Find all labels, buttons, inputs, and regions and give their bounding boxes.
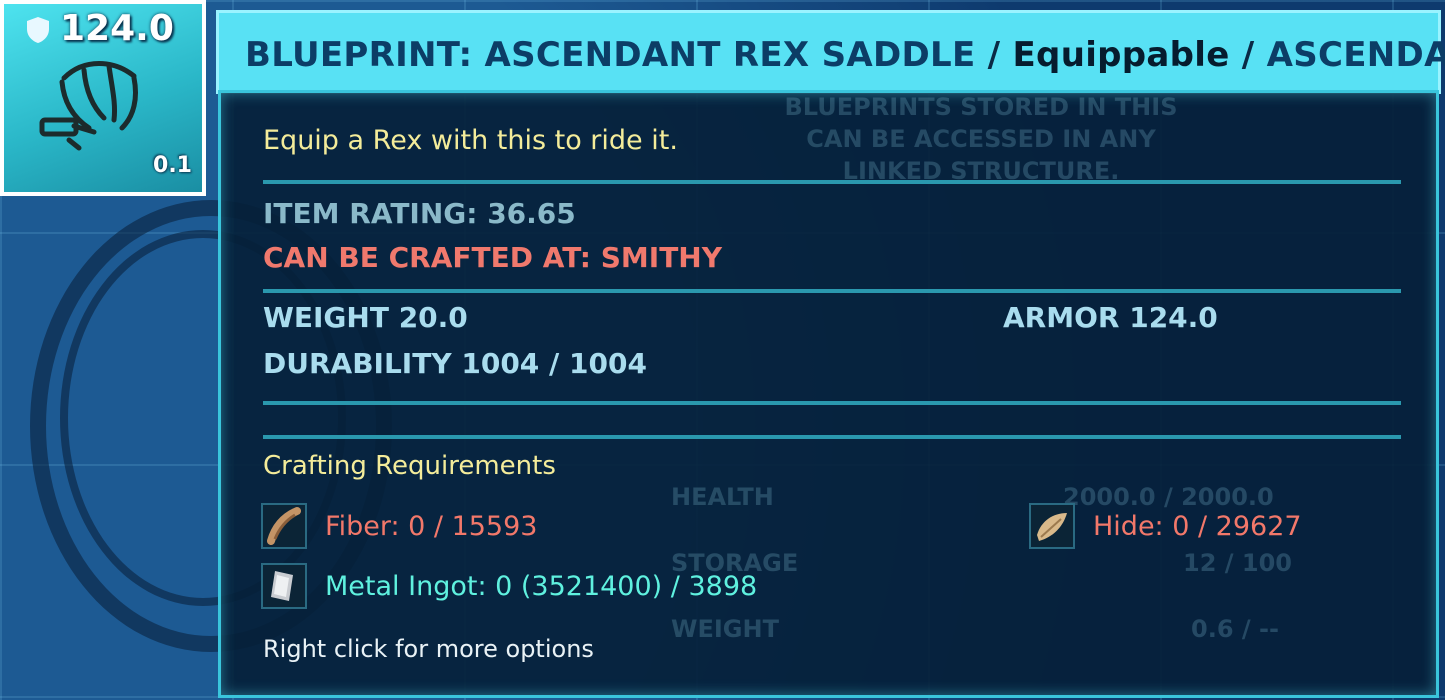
stat-armor: ARMOR 124.0	[1003, 301, 1218, 334]
divider	[263, 435, 1401, 439]
slot-weight-value: 0.1	[153, 153, 192, 178]
requirement-metal-ingot: Metal Ingot: 0 (3521400) / 3898	[325, 571, 758, 602]
item-description: Equip a Rex with this to ride it.	[263, 125, 678, 156]
ghost-note-line: CAN BE ACCESSED IN ANY	[806, 125, 1156, 153]
tooltip-title: BLUEPRINT: ASCENDANT REX SADDLE / Equipp…	[245, 35, 1445, 75]
hide-icon	[1029, 503, 1075, 549]
fiber-icon	[261, 503, 307, 549]
right-click-hint: Right click for more options	[263, 635, 594, 663]
divider	[263, 180, 1401, 184]
ghost-storage-value: 12 / 100	[1183, 549, 1292, 577]
ghost-weight-label: WEIGHT	[671, 615, 779, 643]
ghost-health-label: HEALTH	[671, 483, 774, 511]
shield-icon	[27, 17, 49, 43]
ghost-blueprint-note: BLUEPRINTS STORED IN THIS CAN BE ACCESSE…	[741, 91, 1221, 187]
ghost-weight-value: 0.6 / --	[1191, 615, 1279, 643]
metal-ingot-icon	[261, 563, 307, 609]
item-quality: ASCENDANT	[1266, 35, 1445, 75]
item-name: BLUEPRINT: ASCENDANT REX SADDLE	[245, 35, 976, 75]
ghost-note-line: BLUEPRINTS STORED IN THIS	[784, 93, 1178, 121]
ghost-health-value: 2000.0 / 2000.0	[1063, 483, 1274, 511]
item-type: Equippable	[1012, 35, 1230, 75]
saddle-icon	[39, 61, 138, 151]
tooltip-title-bar: BLUEPRINT: ASCENDANT REX SADDLE / Equipp…	[216, 10, 1445, 94]
slot-armor-value: 124.0	[60, 8, 174, 49]
title-separator: /	[975, 35, 1013, 75]
requirement-hide: Hide: 0 / 29627	[1093, 511, 1302, 542]
item-rating: ITEM RATING: 36.65	[263, 197, 576, 230]
divider	[263, 289, 1401, 293]
item-slot-selected[interactable]: 124.0 0.1	[0, 0, 206, 196]
crafting-requirements-title: Crafting Requirements	[263, 451, 556, 481]
crafted-at-station: CAN BE CRAFTED AT: SMITHY	[263, 241, 723, 274]
stat-weight: WEIGHT 20.0	[263, 301, 468, 334]
divider	[263, 401, 1401, 405]
stat-durability: DURABILITY 1004 / 1004	[263, 347, 647, 380]
requirement-fiber: Fiber: 0 / 15593	[325, 511, 538, 542]
item-tooltip-panel: BLUEPRINTS STORED IN THIS CAN BE ACCESSE…	[218, 90, 1439, 698]
title-separator: /	[1229, 35, 1267, 75]
